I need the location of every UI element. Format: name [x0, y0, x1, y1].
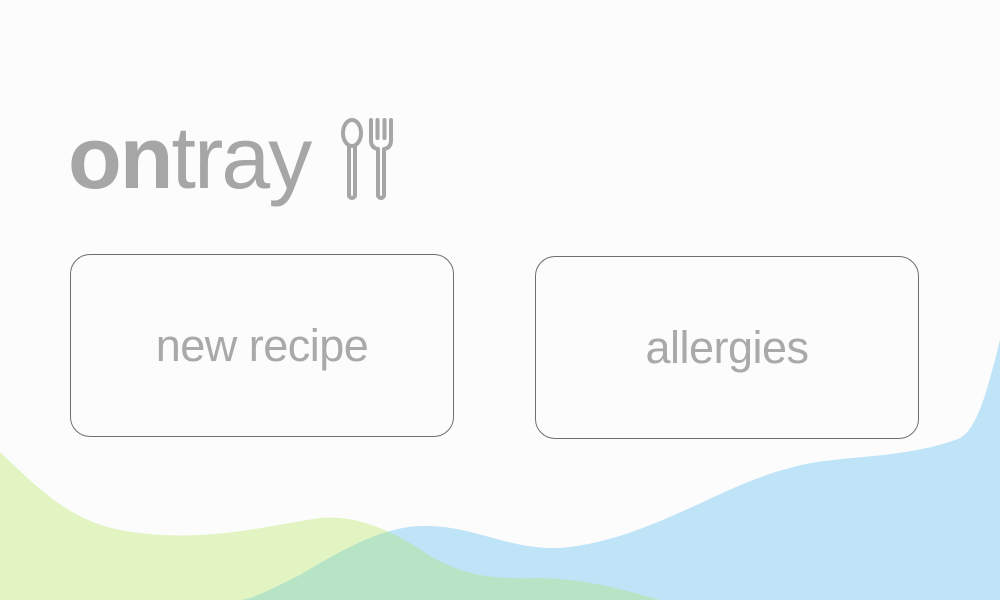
logo-bold-text: on: [68, 108, 174, 207]
home-screen: on tray new recipe allergies: [0, 0, 1000, 600]
new-recipe-label: new recipe: [155, 319, 369, 371]
logo-light-text: tray: [171, 108, 313, 207]
new-recipe-button[interactable]: new recipe: [70, 254, 454, 437]
allergies-label: allergies: [645, 321, 809, 373]
cutlery-icon: [341, 118, 394, 200]
allergies-button[interactable]: allergies: [535, 256, 919, 439]
app-logo: on tray: [68, 108, 398, 208]
